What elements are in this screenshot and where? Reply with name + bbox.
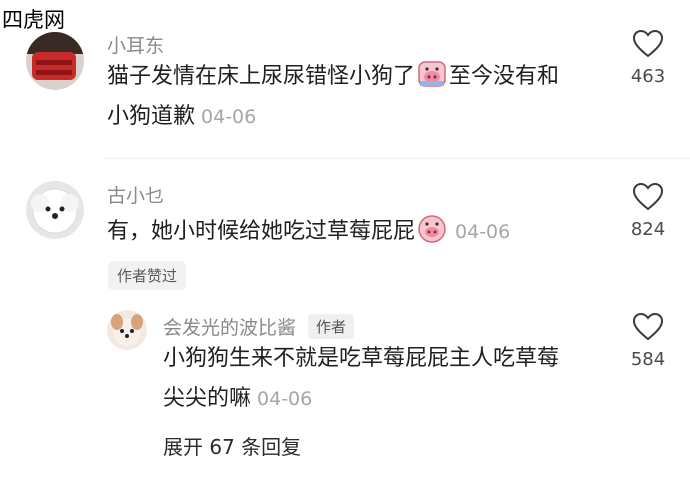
like-count: 584 [630,349,666,370]
heart-outline-icon [633,30,663,58]
like-count: 463 [630,66,666,87]
heart-outline-icon [633,313,663,341]
pig-face-emoji-icon [417,59,447,89]
reply-text: 小狗狗生来不就是吃草莓屁屁主人吃草莓 尖尖的嘛 04-06 [163,339,559,419]
avatar[interactable] [26,32,84,90]
pig-face-emoji-icon [417,214,447,244]
reply-username: 会发光的波比酱 作者 [163,313,355,340]
comment-text: 有，她小时候给她吃过草莓屁屁 04-06 [107,212,510,252]
watermark: 四虎网 [2,8,65,32]
like-count: 824 [630,219,666,240]
divider [105,158,690,159]
reply-text-line: 尖尖的嘛 [163,386,252,411]
like-button[interactable]: 584 [618,313,678,370]
heart-outline-icon [633,183,663,211]
comment-text-line: 小狗道歉 [107,104,196,129]
like-button[interactable]: 824 [618,183,678,240]
comment-username[interactable]: 古小乜 [107,181,164,208]
author-tag: 作者 [308,314,355,339]
author-liked-badge: 作者赞过 [108,261,187,290]
comment-text-line: 有，她小时候给她吃过草莓屁屁 [107,219,416,244]
reply-username-text[interactable]: 会发光的波比酱 [163,317,296,339]
comment-text: 猫子发情在床上尿尿错怪小狗了 至今没有和 小狗道歉 04-06 [107,57,559,137]
reply-date: 04-06 [257,388,313,410]
comment-text-line: 猫子发情在床上尿尿错怪小狗了 [107,64,416,89]
comment-text-line: 至今没有和 [449,64,560,89]
avatar[interactable] [107,310,147,350]
expand-replies-button[interactable]: 展开 67 条回复 [163,431,301,460]
comment-date: 04-06 [455,221,511,243]
comment-date: 04-06 [201,106,257,128]
avatar[interactable] [26,181,84,239]
like-button[interactable]: 463 [618,30,678,87]
comment-username[interactable]: 小耳东 [107,31,164,58]
reply-text-line: 小狗狗生来不就是吃草莓屁屁主人吃草莓 [163,346,560,371]
